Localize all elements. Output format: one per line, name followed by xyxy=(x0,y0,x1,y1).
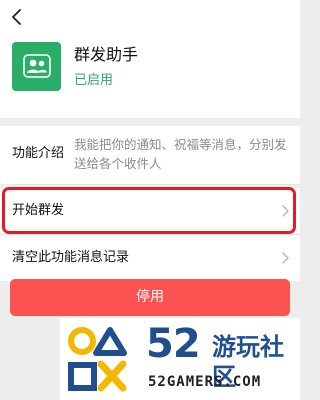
group-users-icon xyxy=(12,42,61,91)
logo-icon xyxy=(68,327,127,392)
divider xyxy=(12,184,300,185)
chevron-right-icon xyxy=(282,252,289,264)
start-broadcast-item[interactable]: 开始群发 xyxy=(0,188,300,234)
intro-description: 我能把你的通知、祝福等消息，分别发送给各个收件人 xyxy=(74,137,287,171)
watermark: 52 游玩社区 52GAMERS.COM xyxy=(60,318,300,400)
start-broadcast-label: 开始群发 xyxy=(12,203,65,218)
disable-button[interactable]: 停用 xyxy=(10,279,290,316)
clear-records-item[interactable]: 清空此功能消息记录 xyxy=(0,235,300,281)
watermark-url: 52GAMERS.COM xyxy=(148,374,262,390)
app-header: 群发助手 已启用 xyxy=(0,0,300,118)
clear-records-label: 清空此功能消息记录 xyxy=(12,250,130,265)
app-name: 群发助手 xyxy=(74,45,139,64)
chevron-left-icon[interactable] xyxy=(7,6,27,28)
intro-label: 功能介绍 xyxy=(12,146,65,161)
watermark-number: 52 xyxy=(146,321,201,367)
status-badge: 已启用 xyxy=(74,73,114,88)
feature-intro-row: 功能介绍 我能把你的通知、祝福等消息，分别发送给各个收件人 xyxy=(0,126,300,184)
chevron-right-icon xyxy=(282,205,289,217)
